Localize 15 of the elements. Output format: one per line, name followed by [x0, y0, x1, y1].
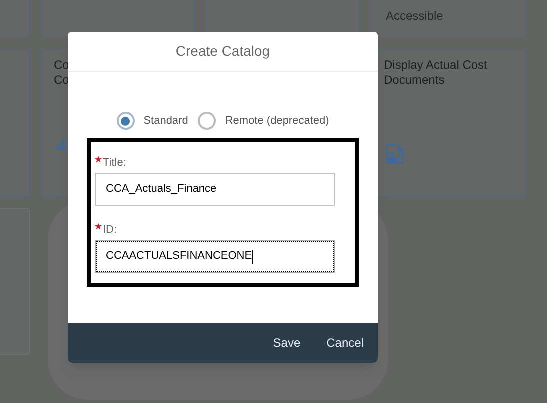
- footer-button[interactable]: Save: [273, 334, 301, 352]
- footer-button[interactable]: Cancel: [326, 334, 364, 352]
- text-cursor: [252, 250, 254, 264]
- radio-option[interactable]: Remote (deprecated): [198, 112, 330, 130]
- text-input[interactable]: CCAACTUALSFINANCEONE: [95, 240, 335, 273]
- tile-title: Display Actual Cost: [384, 58, 488, 73]
- tile-title: Documents: [384, 73, 446, 88]
- text-input[interactable]: CCA_Actuals_Finance: [95, 173, 335, 206]
- field-label: Title:: [103, 156, 126, 171]
- document-person-dollar-icon: [385, 144, 405, 164]
- dialog-title: Create Catalog: [176, 42, 270, 61]
- bar-chart-icon: [55, 138, 67, 150]
- tile-subtitle: Accessible: [386, 8, 444, 25]
- radio-option[interactable]: Standard: [116, 112, 188, 130]
- field-label: ID:: [103, 223, 118, 238]
